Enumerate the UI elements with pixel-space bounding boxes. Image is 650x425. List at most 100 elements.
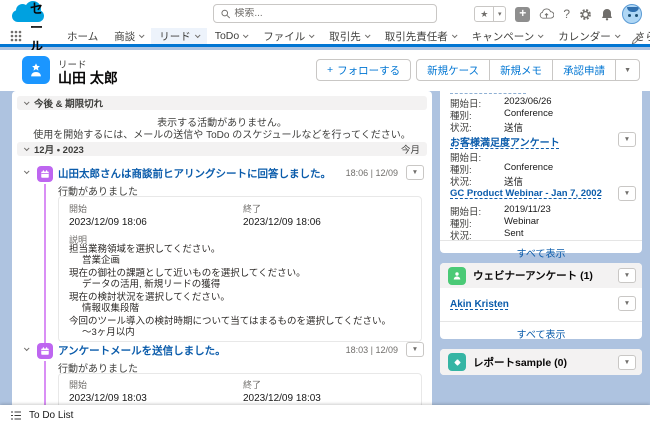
utility-bar: To Do List <box>0 405 650 425</box>
tab-campaigns[interactable]: キャンペーン <box>464 28 550 44</box>
field-value: 送信 <box>504 120 523 134</box>
this-month-badge: 今月 <box>401 142 420 156</box>
tab-opportunities[interactable]: 商談 <box>106 28 151 44</box>
global-search[interactable] <box>213 4 437 23</box>
end-label: 終了 <box>243 378 321 391</box>
tab-leads[interactable]: リード <box>151 28 207 44</box>
tab-todo[interactable]: ToDo <box>207 28 256 44</box>
search-input[interactable] <box>234 8 429 19</box>
month-section-header[interactable]: 12月 • 2023 今月 <box>17 142 427 156</box>
chevron-down-icon[interactable] <box>24 345 30 351</box>
chevron-down-icon[interactable] <box>24 168 30 174</box>
follow-button[interactable]: +フォローする <box>316 59 411 81</box>
new-note-button[interactable]: 新規メモ <box>489 59 553 81</box>
end-value: 2023/12/09 18:03 <box>243 393 321 404</box>
help-icon[interactable]: ? <box>563 8 570 20</box>
user-avatar[interactable] <box>622 4 642 24</box>
favorites-button[interactable]: ★ ▾ <box>474 6 506 22</box>
chevron-down-icon[interactable] <box>24 145 30 151</box>
webinar-survey-icon <box>448 267 466 285</box>
chevron-down-icon <box>452 32 458 38</box>
card-title: ウェビナーアンケート (1) <box>473 268 593 283</box>
row-dropdown-button[interactable]: ▼ <box>618 132 636 147</box>
star-icon[interactable]: ★ <box>474 6 494 22</box>
activity-timeline-panel: 今後 & 期限切れ 表示する活動がありません。 使用を開始するには、メールの送信… <box>12 91 432 405</box>
app-navigation: セールス ホーム 商談 リード ToDo ファイル 取引先 取引先責任者 キャン… <box>0 28 650 47</box>
activity-detail-box: 開始 2023/12/09 18:06 終了 2023/12/09 18:06 … <box>58 196 422 342</box>
tab-files[interactable]: ファイル <box>255 28 321 44</box>
tab-home[interactable]: ホーム <box>59 28 106 44</box>
submit-approval-button[interactable]: 承認申請 <box>552 59 616 81</box>
card-dropdown-button[interactable]: ▼ <box>618 268 636 283</box>
plus-icon: + <box>327 64 333 76</box>
activity-timestamp: 18:06 | 12/09 <box>346 168 398 178</box>
webinar-survey-card: ウェビナーアンケート (1) ▼ Akin Kristen ▼ すべて表示 <box>440 263 642 339</box>
salesforce-app: ★ ▾ + ? セールス ホーム 商談 リード ToDo ファイル 取引先 <box>0 0 650 425</box>
activity-dropdown-button[interactable]: ▼ <box>406 165 424 180</box>
chevron-down-icon <box>538 32 544 38</box>
card-header: ウェビナーアンケート (1) ▼ <box>440 263 642 288</box>
start-label: 開始 <box>69 378 147 391</box>
guidance-center-icon[interactable] <box>539 8 554 20</box>
start-value: 2023/12/09 18:06 <box>69 217 147 228</box>
notifications-bell-icon[interactable] <box>601 8 613 21</box>
app-launcher-icon[interactable] <box>10 28 22 44</box>
lead-object-icon <box>22 56 50 84</box>
chevron-down-icon <box>139 32 145 38</box>
setup-gear-icon[interactable] <box>579 8 592 21</box>
record-actions: +フォローする 新規ケース 新規メモ 承認申請 ▼ <box>316 59 640 81</box>
new-case-button[interactable]: 新規ケース <box>416 59 490 81</box>
chevron-down-icon <box>309 32 315 38</box>
field-label: 状況: <box>450 120 504 134</box>
app-name: セールス <box>30 28 43 44</box>
activity-link[interactable]: アンケートメールを送信しました。 <box>58 343 226 358</box>
end-label: 終了 <box>243 202 321 215</box>
activity-link[interactable]: 山田太郎さんは商談前ヒアリングシートに回答しました。 <box>58 166 331 181</box>
tab-accounts[interactable]: 取引先 <box>321 28 377 44</box>
caret-down-icon: ▼ <box>624 67 631 74</box>
start-label: 開始 <box>69 202 147 215</box>
action-button-group: 新規ケース 新規メモ 承認申請 ▼ <box>417 59 640 81</box>
campaign-link[interactable]: GC Product Webinar - Jan 7, 2002 <box>450 188 602 199</box>
chevron-down-icon[interactable] <box>24 99 30 105</box>
upcoming-overdue-section-header[interactable]: 今後 & 期限切れ <box>17 96 427 110</box>
activity-dropdown-button[interactable]: ▼ <box>406 342 424 357</box>
global-header: ★ ▾ + ? <box>0 0 650 28</box>
field-value: 送信 <box>504 174 523 188</box>
card-title: レポートsample (0) <box>473 355 567 370</box>
section-title: 12月 • 2023 <box>34 142 84 156</box>
campaign-history-card: 開始日:2023/06/26 種別:Conference 状況:送信 お客様満足… <box>440 91 642 253</box>
more-actions-button[interactable]: ▼ <box>615 59 640 81</box>
row-dropdown-button[interactable]: ▼ <box>618 296 636 311</box>
tab-calendar[interactable]: カレンダー <box>550 28 627 44</box>
view-all-link[interactable]: すべて表示 <box>440 240 642 260</box>
field-label: 状況: <box>450 174 504 188</box>
event-calendar-icon <box>37 166 53 182</box>
chevron-down-icon <box>195 32 201 38</box>
empty-state-line2: 使用を開始するには、メールの送信や ToDo のスケジュールなどを行ってください… <box>12 126 432 141</box>
todo-list-item[interactable]: To Do List <box>29 410 73 421</box>
description-text: 担当業務領域を選択してください。営業企画 現在の御社の課題として近いものを選択し… <box>69 245 411 341</box>
chevron-down-icon <box>365 32 371 38</box>
edit-nav-pencil-icon[interactable] <box>631 32 642 50</box>
view-all-link[interactable]: すべて表示 <box>440 321 642 341</box>
survey-member-link[interactable]: Akin Kristen <box>450 299 509 310</box>
clipped-link-underline <box>450 93 526 94</box>
card-dropdown-button[interactable]: ▼ <box>618 355 636 370</box>
todo-list-icon <box>10 410 22 421</box>
global-actions-button[interactable]: + <box>515 7 530 22</box>
search-icon <box>221 9 230 19</box>
chevron-down-icon <box>615 32 621 38</box>
header-actions: ★ ▾ + ? <box>474 0 642 28</box>
activity-timestamp: 18:03 | 12/09 <box>346 345 398 355</box>
end-value: 2023/12/09 18:06 <box>243 217 321 228</box>
report-sample-icon <box>448 353 466 371</box>
row-dropdown-button[interactable]: ▼ <box>618 186 636 201</box>
favorites-caret-icon[interactable]: ▾ <box>493 6 506 22</box>
activity-detail-box: 開始 2023/12/09 18:03 終了 2023/12/09 18:03 … <box>58 373 422 405</box>
record-title: 山田 太郎 <box>58 68 118 88</box>
chevron-down-icon <box>243 32 249 38</box>
timeline-connector <box>44 361 46 405</box>
campaign-link[interactable]: お客様満足度アンケート <box>450 134 560 149</box>
tab-contacts[interactable]: 取引先責任者 <box>377 28 464 44</box>
